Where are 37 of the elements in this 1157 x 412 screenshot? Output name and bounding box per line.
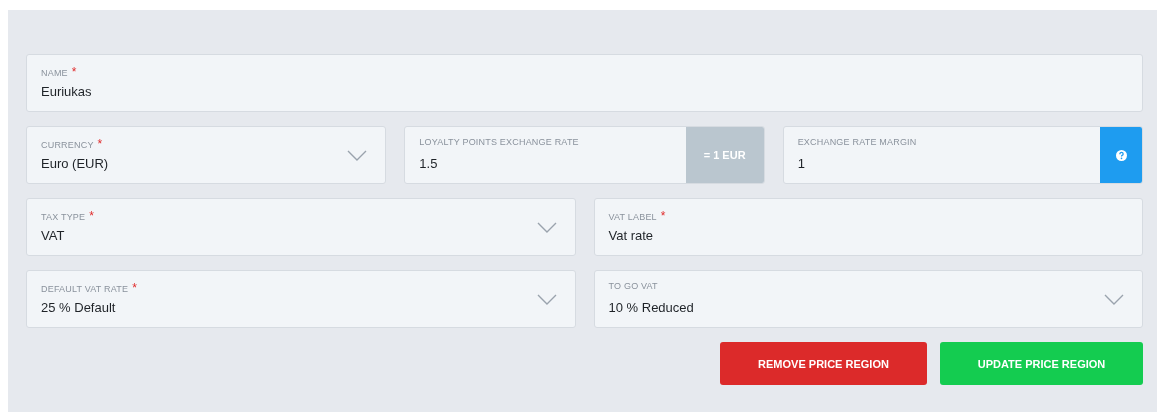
field-label: CURRENCY	[41, 140, 94, 150]
select-field[interactable]: CURRENCY * Euro (EUR)	[26, 126, 387, 184]
field-label: TO GO VAT	[608, 281, 658, 291]
select-field[interactable]: TO GO VAT 10 % Reduced	[593, 270, 1143, 328]
field-value: Euro (EUR)	[41, 156, 110, 171]
chevron-down-icon[interactable]	[1104, 293, 1124, 305]
remove-button[interactable]: REMOVE PRICE REGION	[720, 342, 927, 385]
field-value: Vat rate	[608, 228, 655, 243]
chevron-down-icon[interactable]	[347, 149, 368, 161]
field-label: LOYALTY POINTS EXCHANGE RATE	[419, 137, 579, 147]
field-label: VAT LABEL	[608, 212, 657, 222]
field-value: Euriukas	[41, 84, 93, 99]
required-mark: *	[132, 281, 138, 295]
field-value: 10 % Reduced	[608, 300, 695, 315]
field-label: DEFAULT VAT RATE	[41, 284, 129, 294]
input-field[interactable]: NAME * Euriukas	[26, 54, 1143, 112]
help-button[interactable]	[1100, 127, 1142, 183]
required-mark: *	[660, 209, 666, 223]
field-label: NAME	[41, 68, 68, 78]
required-mark: *	[89, 209, 95, 223]
select-field[interactable]: TAX TYPE * VAT	[26, 198, 576, 256]
help-icon	[1115, 149, 1127, 161]
input-field[interactable]: EXCHANGE RATE MARGIN 1	[782, 126, 1143, 184]
addon-label: = 1 EUR	[685, 127, 764, 183]
field-label: EXCHANGE RATE MARGIN	[797, 137, 917, 147]
required-mark: *	[97, 137, 103, 151]
input-field[interactable]: VAT LABEL * Vat rate	[593, 198, 1143, 256]
field-label: TAX TYPE	[41, 212, 86, 222]
field-value: 1	[797, 156, 806, 171]
field-value: 25 % Default	[41, 300, 117, 315]
required-mark: *	[71, 65, 77, 79]
chevron-down-icon[interactable]	[536, 293, 557, 305]
input-field[interactable]: LOYALTY POINTS EXCHANGE RATE 1.5 = 1 EUR	[404, 126, 765, 184]
chevron-down-icon[interactable]	[536, 221, 557, 233]
field-value: 1.5	[419, 156, 439, 171]
select-field[interactable]: DEFAULT VAT RATE * 25 % Default	[26, 270, 576, 328]
field-value: VAT	[41, 228, 66, 243]
